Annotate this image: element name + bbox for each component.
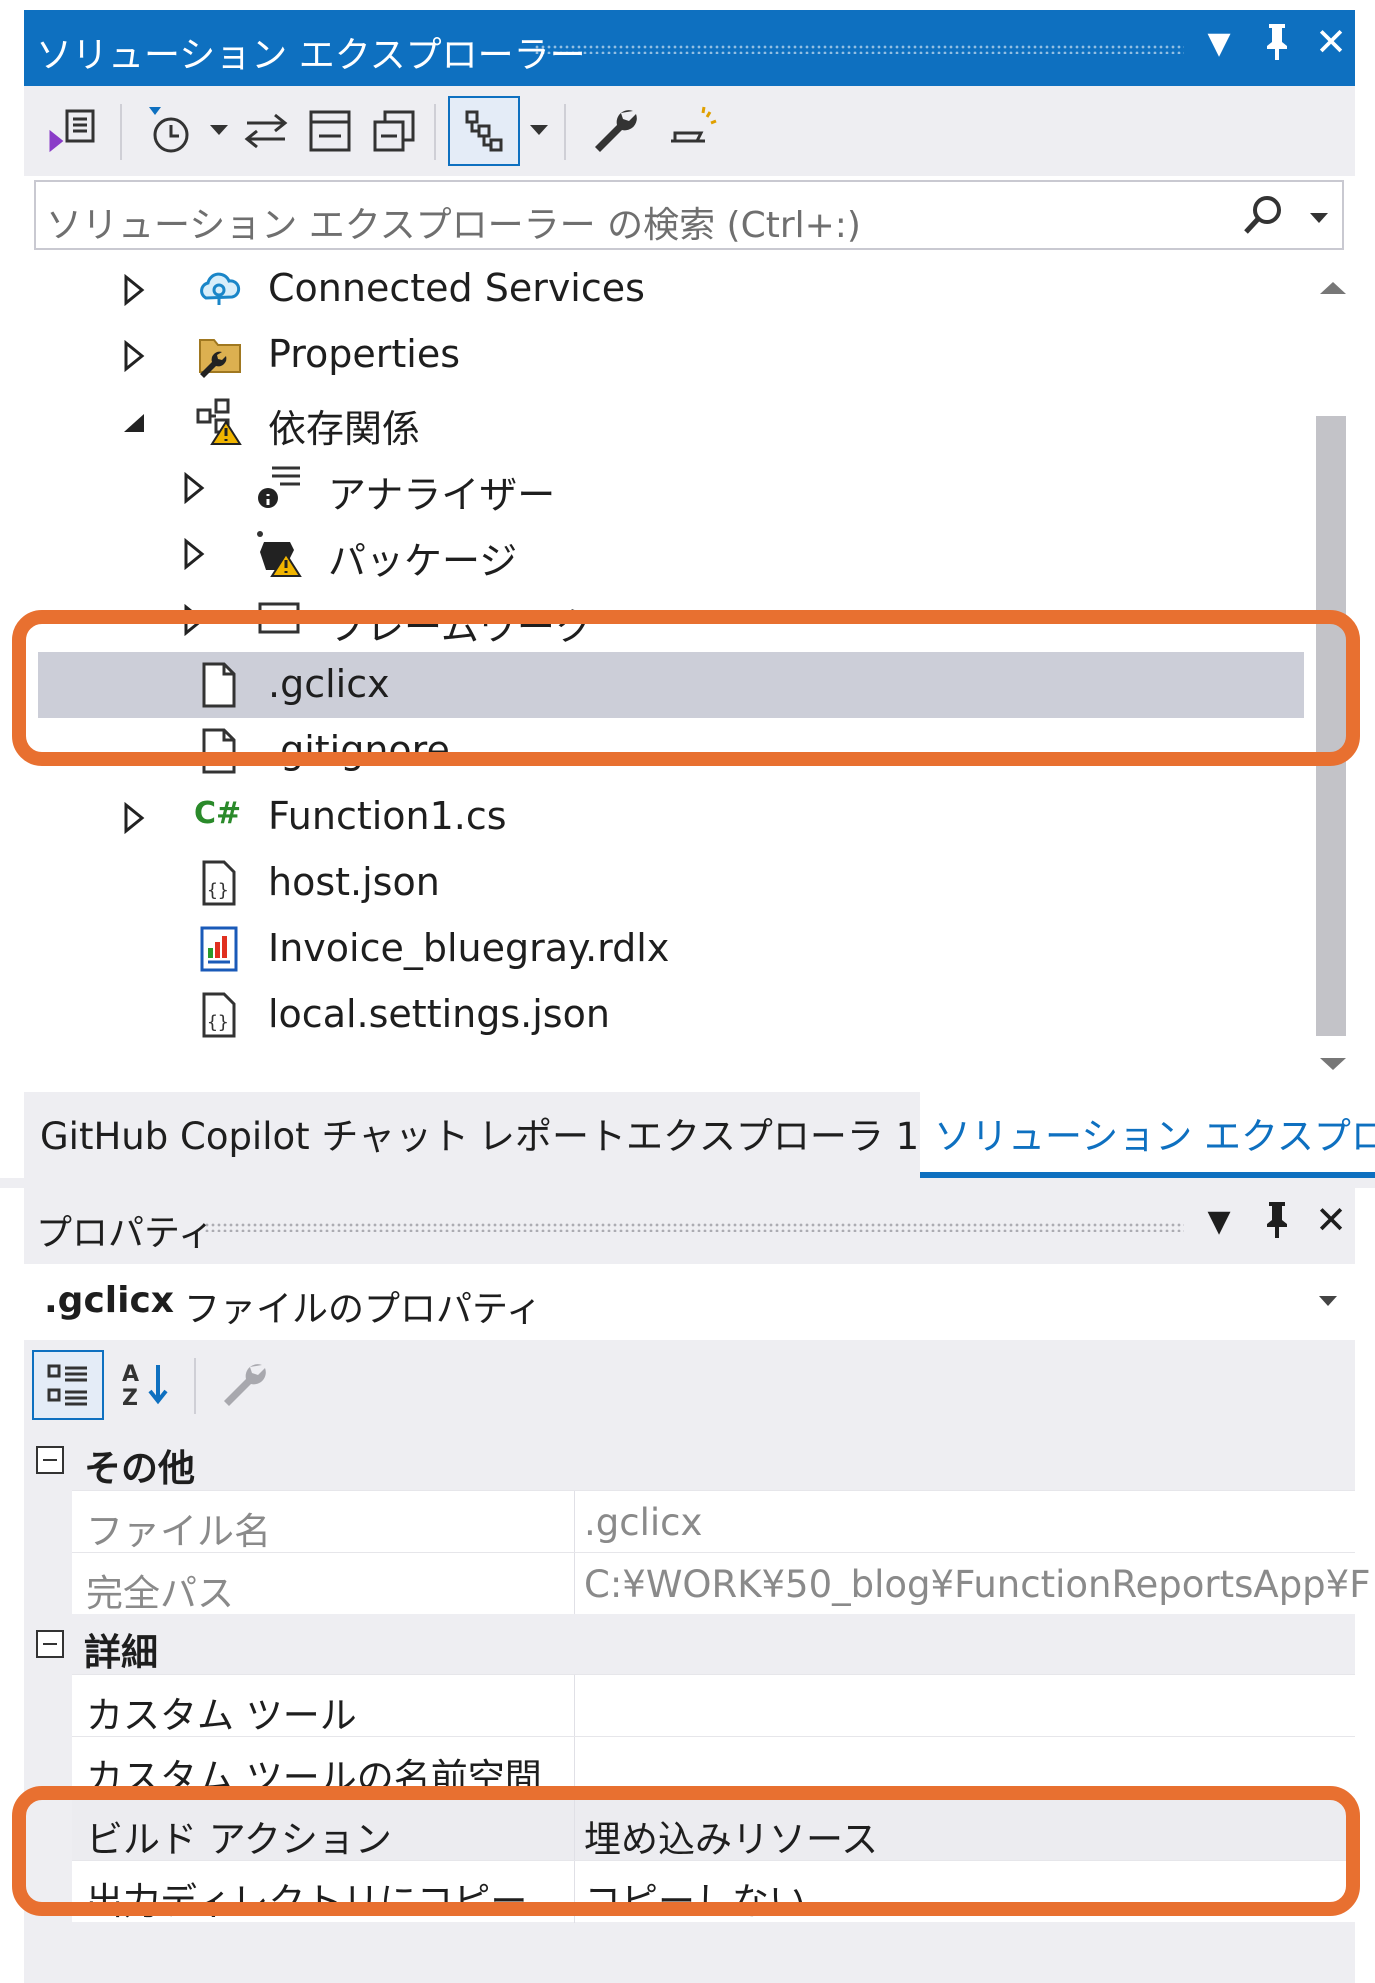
tree-item-label: Function1.cs	[268, 794, 507, 838]
properties-title: プロパティ	[36, 1213, 214, 1254]
tree-item-packages[interactable]: パッケージ	[24, 520, 1304, 586]
solution-explorer-search-input[interactable]: ソリューション エクスプローラー の検索 (Ctrl+:)	[34, 180, 1344, 250]
tree-item-local-settings-json[interactable]: {} local.settings.json	[24, 982, 1304, 1048]
highlight-box-selected-file	[12, 610, 1360, 766]
dependencies-warning-icon	[196, 398, 242, 445]
pin-icon[interactable]	[1252, 1198, 1302, 1251]
analyzer-icon	[258, 466, 300, 508]
solution-explorer-toolbar	[24, 86, 1355, 176]
svg-text:{}: {}	[207, 880, 229, 901]
object-description: ファイルのプロパティ	[184, 1289, 542, 1330]
properties-folder-icon	[199, 339, 241, 378]
expand-arrow-icon[interactable]	[180, 538, 208, 570]
filter-dropdown-icon[interactable]	[204, 96, 234, 166]
property-value: C:¥WORK¥50_blog¥FunctionReportsApp¥F	[584, 1563, 1371, 1606]
properties-toolbar: AZ	[24, 1340, 1355, 1430]
tree-item-analyzers[interactable]: アナライザー	[24, 454, 1304, 520]
switch-views-icon[interactable]	[38, 96, 108, 166]
solution-explorer-title: ソリューション エクスプローラー	[36, 35, 586, 76]
pin-icon[interactable]	[1252, 20, 1302, 73]
tree-item-label: Properties	[268, 332, 461, 376]
category-other[interactable]: その他	[24, 1430, 1355, 1490]
highlight-box-build-action	[12, 1786, 1360, 1916]
show-all-files-icon[interactable]	[364, 96, 424, 166]
title-grip[interactable]	[204, 1222, 1184, 1232]
title-grip[interactable]	[534, 44, 1184, 54]
tree-item-label: 依存関係	[268, 407, 421, 451]
property-key: カスタム ツール	[86, 1694, 357, 1737]
property-pages-wrench-icon[interactable]	[208, 1350, 280, 1420]
scroll-up-icon[interactable]	[1320, 280, 1346, 296]
search-options-dropdown-icon[interactable]	[1310, 210, 1328, 229]
properties-wrench-icon[interactable]	[580, 96, 650, 166]
tree-item-label: host.json	[268, 860, 440, 904]
properties-title-bar: プロパティ ▼ ✕	[24, 1188, 1355, 1264]
property-row-fullpath[interactable]: 完全パス C:¥WORK¥50_blog¥FunctionReportsApp¥…	[72, 1552, 1371, 1615]
tree-item-label: local.settings.json	[268, 992, 610, 1036]
tree-item-connected-services[interactable]: Connected Services	[24, 256, 1304, 322]
collapse-icon[interactable]	[36, 1630, 64, 1658]
collapse-all-icon[interactable]	[300, 96, 360, 166]
tree-item-label: パッケージ	[328, 539, 518, 583]
window-dropdown-icon[interactable]: ▼	[1194, 26, 1244, 61]
tool-window-tabs: GitHub Copilot チャット レポートエクスプローラ 18... ソリ…	[24, 1092, 1375, 1178]
expand-arrow-icon[interactable]	[120, 802, 148, 834]
tree-item-label: Connected Services	[268, 266, 645, 310]
svg-text:{}: {}	[207, 1012, 229, 1033]
category-name: 詳細	[84, 1631, 158, 1674]
scroll-down-icon[interactable]	[1320, 1056, 1346, 1072]
tab-report-explorer[interactable]: レポートエクスプローラ 18...	[478, 1106, 978, 1160]
sync-with-active-document-icon[interactable]	[236, 96, 296, 166]
expand-arrow-icon[interactable]	[120, 340, 148, 372]
svg-text:Z: Z	[122, 1386, 138, 1411]
expand-arrow-icon[interactable]	[180, 472, 208, 504]
tree-item-label: アナライザー	[328, 473, 556, 517]
tree-item-invoice-rdlx[interactable]: Invoice_bluegray.rdlx	[24, 916, 1304, 982]
tree-item-function1-cs[interactable]: C# Function1.cs	[24, 784, 1304, 850]
object-name: .gclicx	[44, 1280, 175, 1321]
clear-preview-icon[interactable]	[656, 96, 726, 166]
package-warning-icon	[257, 531, 302, 577]
tree-item-dependencies[interactable]: 依存関係	[24, 388, 1304, 454]
search-icon[interactable]	[1240, 192, 1286, 242]
expand-arrow-icon[interactable]	[120, 274, 148, 306]
property-key: ファイル名	[86, 1510, 271, 1553]
tab-github-copilot-chat[interactable]: GitHub Copilot チャット	[40, 1106, 469, 1160]
tab-label: ソリューション エクスプロ...	[934, 1115, 1375, 1158]
tree-item-label: Invoice_bluegray.rdlx	[268, 926, 670, 970]
close-icon[interactable]: ✕	[1306, 1198, 1356, 1242]
chevron-down-icon[interactable]	[1319, 1296, 1337, 1308]
tab-solution-explorer[interactable]: ソリューション エクスプロ...	[920, 1092, 1375, 1178]
tree-item-host-json[interactable]: {} host.json	[24, 850, 1304, 916]
property-row-custom-tool[interactable]: カスタム ツール	[72, 1674, 1355, 1737]
csharp-file-icon: C#	[194, 796, 242, 831]
property-row-filename[interactable]: ファイル名 .gclicx	[72, 1490, 1355, 1553]
alphabetical-sort-icon[interactable]: AZ	[110, 1350, 182, 1420]
pending-changes-filter-icon[interactable]	[134, 96, 204, 166]
close-icon[interactable]: ✕	[1306, 20, 1356, 64]
collapse-arrow-icon[interactable]	[120, 406, 148, 438]
json-file-icon: {}	[202, 992, 236, 1038]
svg-text:A: A	[122, 1362, 139, 1387]
categorized-view-icon[interactable]	[32, 1350, 104, 1420]
category-name: その他	[84, 1447, 195, 1490]
category-details[interactable]: 詳細	[24, 1614, 1355, 1674]
tree-item-properties[interactable]: Properties	[24, 322, 1304, 388]
preview-selected-items-icon[interactable]	[448, 96, 520, 166]
collapse-icon[interactable]	[36, 1446, 64, 1474]
solution-explorer-title-bar: ソリューション エクスプローラー ▼ ✕	[24, 10, 1355, 86]
search-placeholder: ソリューション エクスプローラー の検索 (Ctrl+:)	[46, 205, 861, 246]
property-value: .gclicx	[584, 1501, 703, 1544]
json-file-icon: {}	[202, 860, 236, 906]
report-file-icon	[200, 926, 238, 972]
object-selector[interactable]: .gclicx ファイルのプロパティ	[24, 1264, 1355, 1340]
cloud-services-icon	[200, 272, 241, 305]
window-dropdown-icon[interactable]: ▼	[1194, 1204, 1244, 1239]
property-key: 完全パス	[86, 1572, 234, 1615]
preview-dropdown-icon[interactable]	[524, 96, 554, 166]
